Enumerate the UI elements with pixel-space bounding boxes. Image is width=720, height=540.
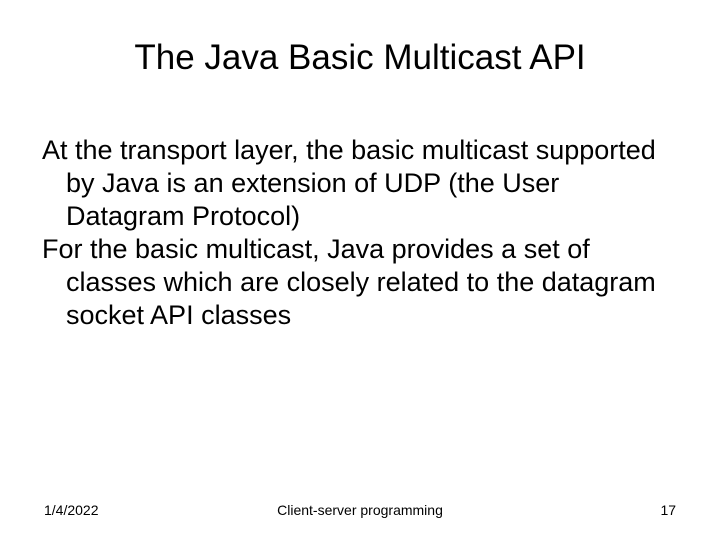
slide-footer: 1/4/2022 Client-server programming 17 <box>42 502 678 518</box>
body-paragraph: For the basic multicast, Java provides a… <box>42 233 678 332</box>
slide-title: The Java Basic Multicast API <box>42 38 678 78</box>
body-paragraph: At the transport layer, the basic multic… <box>42 134 678 233</box>
footer-date: 1/4/2022 <box>44 502 255 518</box>
slide-container: The Java Basic Multicast API At the tran… <box>0 0 720 540</box>
slide-content: At the transport layer, the basic multic… <box>42 134 678 502</box>
footer-topic: Client-server programming <box>255 502 466 518</box>
footer-page-number: 17 <box>465 502 676 518</box>
